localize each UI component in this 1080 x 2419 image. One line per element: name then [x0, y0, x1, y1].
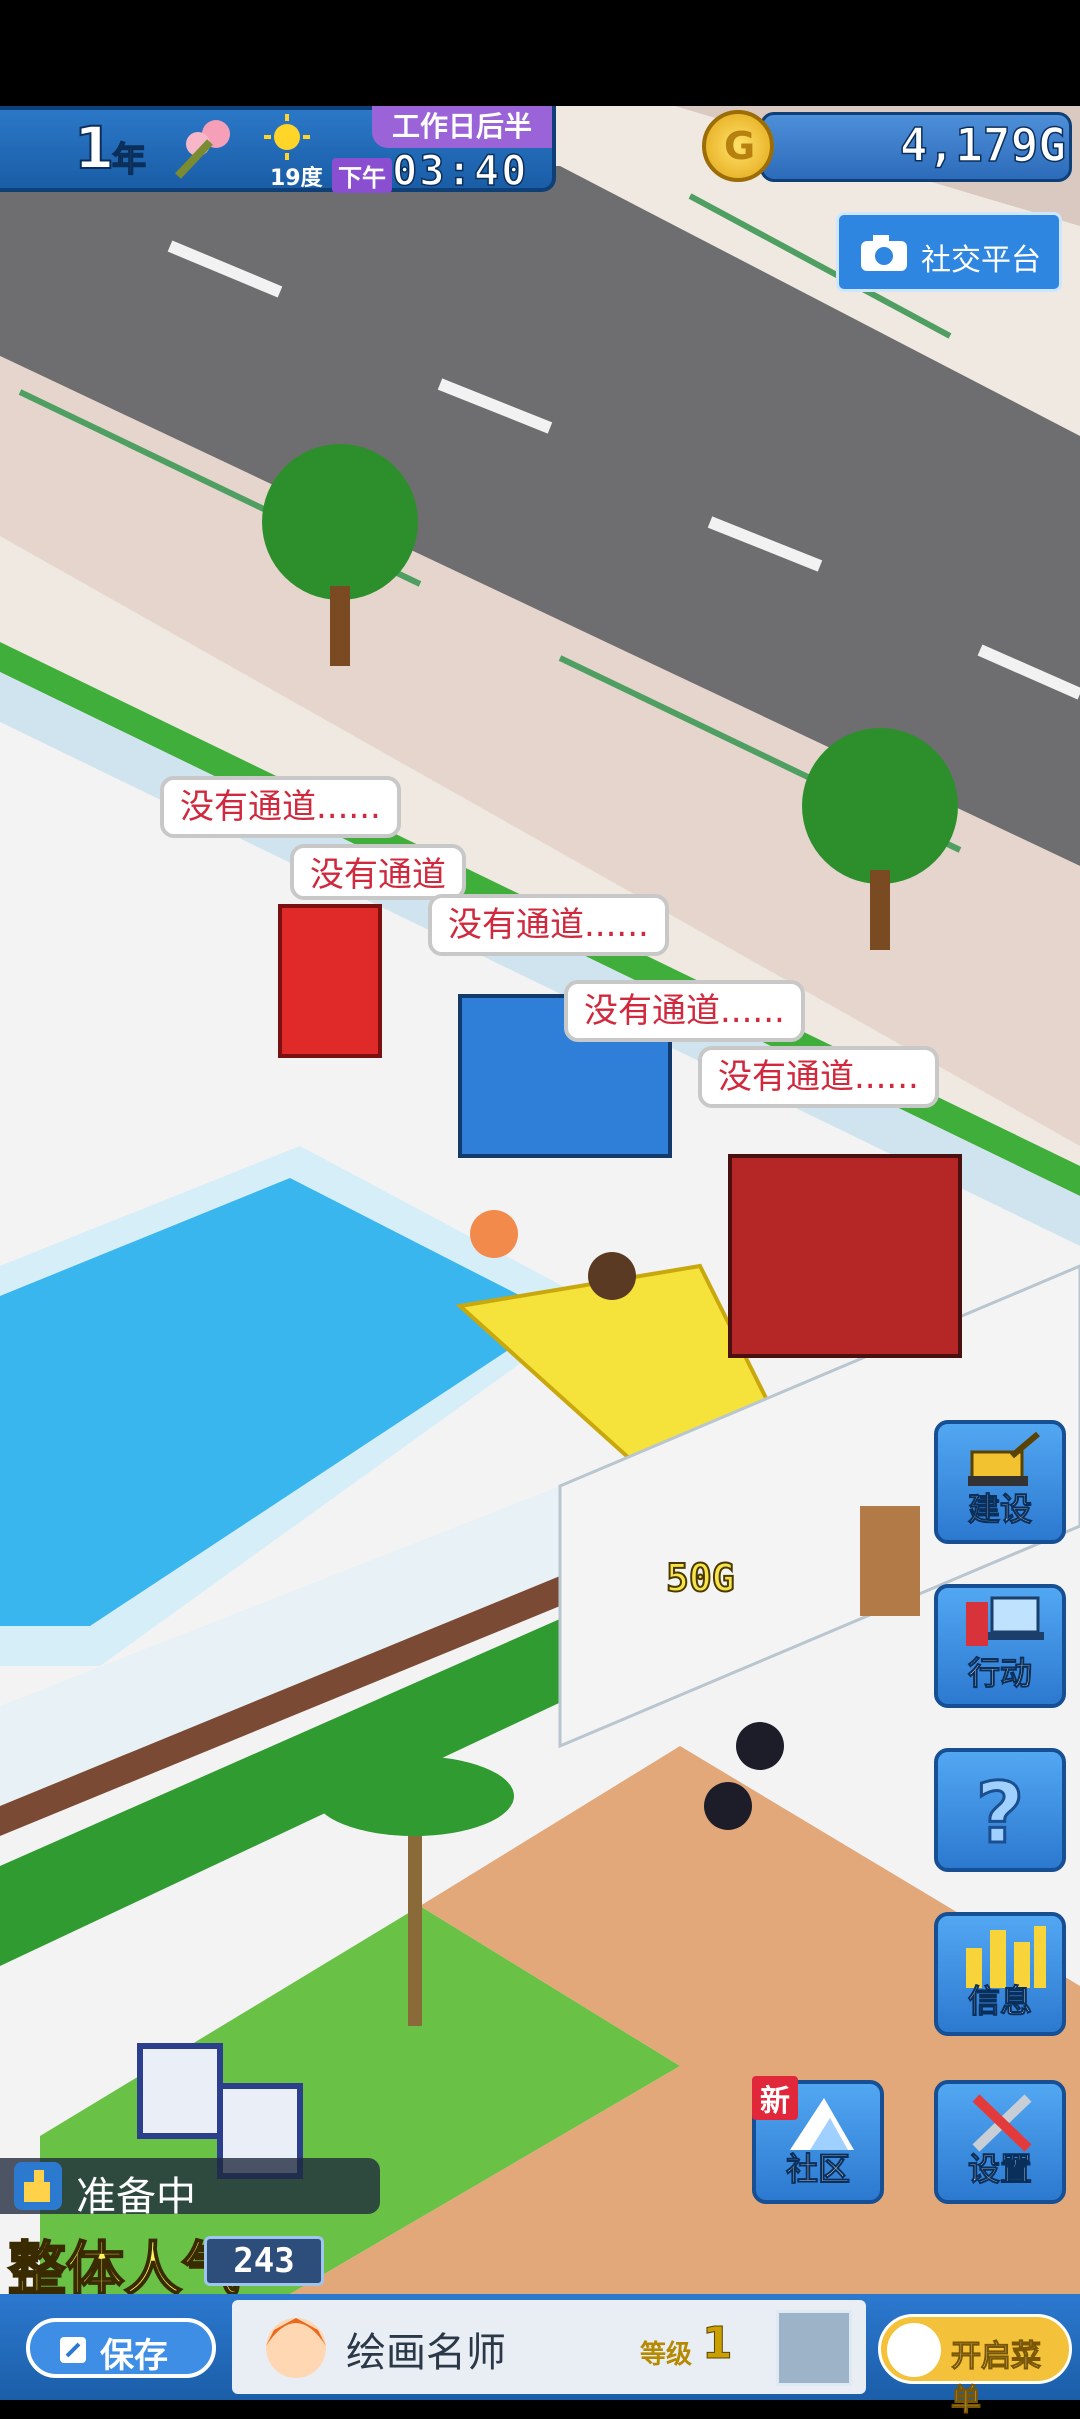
speech-bubble: 没有通道...... [698, 1046, 939, 1108]
character [736, 1722, 784, 1770]
social-platform-button[interactable]: 社交平台 [836, 212, 1062, 292]
camera-icon [859, 233, 909, 281]
level-value: 1 [702, 2318, 734, 2370]
new-badge: 新 [752, 2076, 798, 2120]
world-scene [0, 106, 1080, 2294]
info-label: 信息 [967, 1982, 1032, 2021]
season-flower-icon [170, 116, 244, 184]
build-button[interactable]: 建设 [934, 1420, 1066, 1544]
edit-note-icon [58, 2334, 88, 2374]
building-door [860, 1506, 920, 1616]
lounge-chair [137, 2043, 223, 2139]
character [704, 1782, 752, 1830]
year-number: 1 [73, 113, 115, 183]
social-platform-label: 社交平台 [921, 243, 1041, 278]
level-label: 等级 [640, 2340, 693, 2370]
player-avatar [258, 2306, 334, 2390]
speech-bubble: 没有通道...... [428, 894, 669, 956]
week-period-badge: 工作日后半 [372, 106, 552, 148]
character [588, 1252, 636, 1300]
settings-button[interactable]: 设置 [934, 2080, 1066, 2204]
open-menu-label: 开启菜单 [951, 2339, 1042, 2419]
action-label: 行动 [967, 1654, 1032, 1693]
temperature: 19度 [270, 166, 323, 191]
save-button[interactable]: 保存 [26, 2318, 216, 2378]
question-mark-icon: ? [974, 1763, 1026, 1864]
toggle-knob [887, 2323, 941, 2377]
action-button[interactable]: 行动 [934, 1584, 1066, 1708]
vending-machine [278, 904, 382, 1058]
popularity-value: 243 [204, 2236, 324, 2286]
community-label: 社区 [785, 2150, 850, 2189]
thumbs-up-icon [10, 2158, 66, 2218]
speech-bubble: 没有通道...... [564, 980, 805, 1042]
status-label: 准备中 [76, 2174, 196, 2220]
settings-label: 设置 [967, 2150, 1032, 2189]
clock-time: 03:40 [391, 145, 529, 196]
help-button[interactable]: ? [934, 1748, 1066, 1872]
coin-letter-icon: G [724, 124, 756, 168]
shop-building [728, 1154, 962, 1358]
open-menu-toggle[interactable]: 开启菜单 [878, 2314, 1072, 2419]
speech-bubble: 没有通道 [290, 844, 466, 900]
build-label: 建设 [967, 1490, 1032, 1529]
game-world[interactable] [0, 106, 1080, 2294]
money-amount: 4,179G [899, 117, 1067, 173]
year-label: 年 [111, 139, 147, 181]
item-slot[interactable] [776, 2310, 852, 2386]
character [470, 1210, 518, 1258]
floating-money-label: 50G [665, 1555, 736, 1601]
speech-bubble: 没有通道...... [160, 776, 401, 838]
excavator-icon [962, 1428, 1046, 1492]
rank-title: 绘画名师 [346, 2330, 506, 2376]
sun-icon [262, 112, 312, 166]
save-label: 保存 [100, 2336, 168, 2376]
info-button[interactable]: 信息 [934, 1912, 1066, 2036]
am-pm-badge: 下午 [332, 158, 392, 193]
